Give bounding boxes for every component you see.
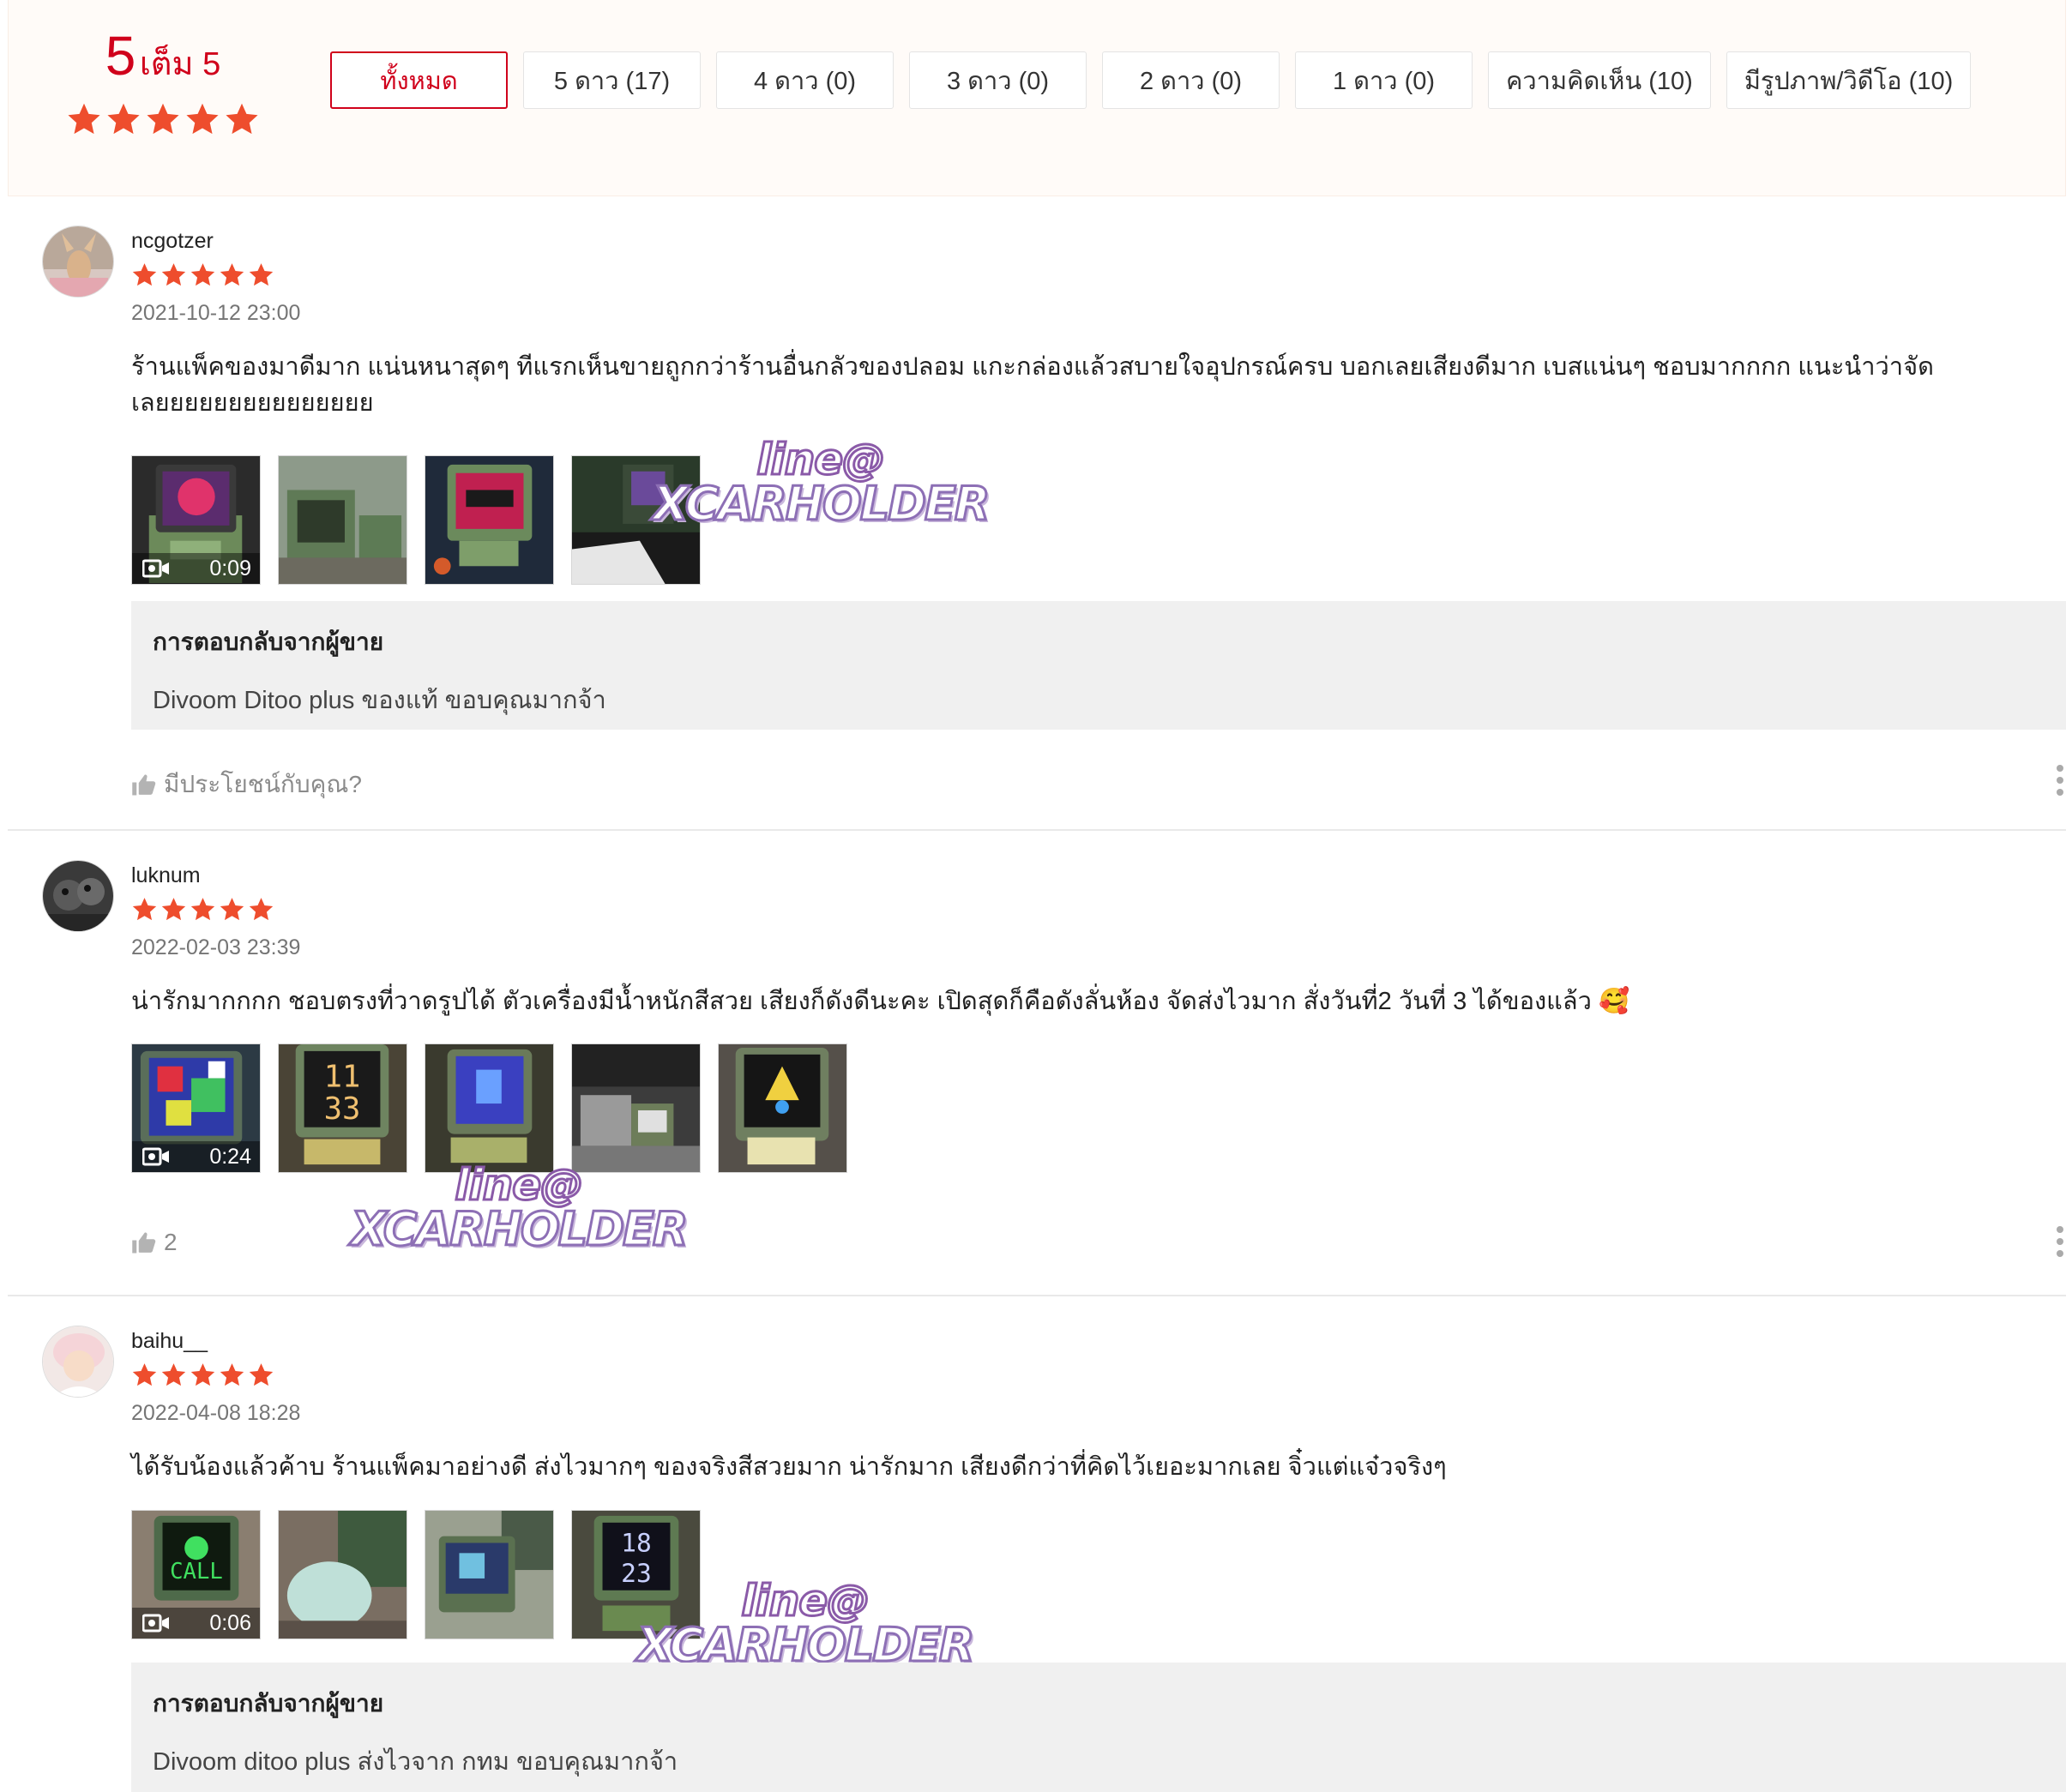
review-date: 2022-02-03 23:39 [131, 935, 301, 959]
filter-4-star[interactable]: 4 ดาว (0) [716, 51, 894, 109]
review-photo-thumbnail[interactable] [278, 1510, 407, 1639]
star-icon [248, 262, 274, 288]
star-icon [219, 1362, 245, 1388]
avatar[interactable] [42, 1326, 114, 1398]
review-photo-thumbnail[interactable] [425, 1043, 554, 1173]
filter-1-star[interactable]: 1 ดาว (0) [1295, 51, 1473, 109]
reviewer-name[interactable]: ncgotzer [131, 229, 214, 254]
review-photo-thumbnail[interactable] [278, 455, 407, 585]
review-comment: ได้รับน้องแล้วค้าบ ร้านแพ็คมาอย่างดี ส่ง… [131, 1453, 1447, 1481]
review-video-thumbnail[interactable]: 0:24 [131, 1043, 261, 1173]
star-icon [224, 101, 260, 137]
video-camera-icon [142, 1614, 170, 1633]
star-icon [131, 896, 158, 923]
more-options-icon[interactable] [2054, 1225, 2066, 1258]
svg-text:33: 33 [324, 1091, 361, 1127]
review-video-thumbnail[interactable]: CALL 0:06 [131, 1510, 261, 1639]
helpful-button[interactable]: มีประโยชน์กับคุณ? [131, 766, 362, 803]
review-stars [131, 262, 274, 288]
seller-reply-text: Divoom Ditoo plus ของแท้ ขอบคุณมากจ้า [153, 687, 606, 714]
seller-reply-title: การตอบกลับจากผู้ขาย [153, 1690, 384, 1717]
review-photo-thumbnail[interactable] [425, 1510, 554, 1639]
star-icon [248, 896, 274, 923]
star-icon [105, 101, 142, 137]
watermark: line@ XCARHOLDER [350, 1160, 690, 1256]
thumbs-up-icon [131, 1230, 157, 1254]
star-icon [145, 101, 181, 137]
star-icon [131, 262, 158, 288]
svg-text:CALL: CALL [170, 1559, 223, 1585]
review-video-thumbnail[interactable]: 0:09 [131, 455, 261, 585]
star-icon [219, 896, 245, 923]
video-duration: 0:09 [209, 556, 251, 580]
review-photo-thumbnail[interactable] [571, 455, 701, 585]
filter-all[interactable]: ทั้งหมด [330, 51, 508, 109]
star-icon [190, 896, 216, 923]
review-comment: น่ารักมากกกก ชอบตรงที่วาดรูปได้ ตัวเครื่… [131, 988, 1630, 1015]
star-icon [131, 1362, 158, 1388]
rating-filters: ทั้งหมด 5 ดาว (17) 4 ดาว (0) 3 ดาว (0) 2… [330, 51, 1972, 109]
filter-with-media[interactable]: มีรูปภาพ/วิดีโอ (10) [1726, 51, 1972, 109]
review-date: 2022-04-08 18:28 [131, 1401, 301, 1425]
reviewer-name[interactable]: luknum [131, 863, 201, 888]
review-item: baihu__ 2022-04-08 18:28 ได้รับน้องแล้วค… [8, 1296, 2066, 1792]
seller-reply: การตอบกลับจากผู้ขาย Divoom ditoo plus ส่… [131, 1663, 2066, 1792]
svg-text:23: 23 [621, 1559, 652, 1588]
star-icon [219, 262, 245, 288]
review-item: luknum 2022-02-03 23:39 น่ารักมากกกก ชอบ… [8, 831, 2066, 1296]
score-suffix: เต็ม 5 [139, 46, 221, 82]
review-photo-thumbnail[interactable] [718, 1043, 847, 1173]
review-comment: ร้านแพ็คของมาดีมาก แน่นหนาสุดๆ ทีแรกเห็น… [131, 353, 1934, 417]
star-icon [160, 1362, 187, 1388]
star-icon [160, 896, 187, 923]
avatar[interactable] [42, 226, 114, 298]
seller-reply: การตอบกลับจากผู้ขาย Divoom Ditoo plus ขอ… [131, 601, 2066, 730]
seller-reply-text: Divoom ditoo plus ส่งไวจาก กทม ขอบคุณมาก… [153, 1748, 678, 1776]
review-date: 2021-10-12 23:00 [131, 301, 301, 325]
review-stars [131, 1362, 274, 1388]
star-icon [248, 1362, 274, 1388]
star-icon [184, 101, 220, 137]
video-badge: 0:06 [132, 1608, 260, 1639]
filter-2-star[interactable]: 2 ดาว (0) [1102, 51, 1280, 109]
svg-text:18: 18 [621, 1528, 652, 1557]
rating-summary: 5 เต็ม 5 ทั้งหมด 5 ดาว (17) 4 ดาว (0) 3 … [8, 0, 2066, 196]
review-media: CALL 0:06 18 23 [131, 1510, 701, 1639]
filter-3-star[interactable]: 3 ดาว (0) [909, 51, 1087, 109]
overall-stars [60, 101, 266, 137]
more-options-icon[interactable] [2054, 764, 2066, 797]
review-photo-thumbnail[interactable] [425, 455, 554, 585]
review-stars [131, 896, 274, 923]
video-duration: 0:06 [209, 1610, 251, 1635]
review-photo-thumbnail[interactable] [571, 1043, 701, 1173]
review-item: ncgotzer 2021-10-12 23:00 ร้านแพ็คของมาด… [8, 196, 2066, 831]
video-camera-icon [142, 559, 170, 578]
helpful-label: มีประโยชน์กับคุณ? [164, 771, 362, 797]
filter-5-star[interactable]: 5 ดาว (17) [523, 51, 701, 109]
svg-text:11: 11 [324, 1059, 361, 1094]
score-value: 5 [105, 25, 136, 87]
watermark: line@ XCARHOLDER [652, 435, 992, 531]
video-badge: 0:09 [132, 553, 260, 584]
review-media: 0:24 11 33 [131, 1043, 847, 1173]
video-camera-icon [142, 1147, 170, 1166]
helpful-count: 2 [164, 1229, 178, 1255]
helpful-button[interactable]: 2 [131, 1229, 178, 1256]
star-icon [160, 262, 187, 288]
seller-reply-title: การตอบกลับจากผู้ขาย [153, 628, 384, 655]
review-photo-thumbnail[interactable]: 18 23 [571, 1510, 701, 1639]
review-photo-thumbnail[interactable]: 11 33 [278, 1043, 407, 1173]
filter-with-comments[interactable]: ความคิดเห็น (10) [1488, 51, 1711, 109]
review-media: 0:09 [131, 455, 701, 585]
star-icon [190, 262, 216, 288]
star-icon [66, 101, 102, 137]
overall-score: 5 เต็ม 5 [60, 24, 266, 137]
reviewer-name[interactable]: baihu__ [131, 1329, 208, 1354]
avatar[interactable] [42, 860, 114, 932]
star-icon [190, 1362, 216, 1388]
video-badge: 0:24 [132, 1141, 260, 1172]
thumbs-up-icon [131, 773, 157, 797]
video-duration: 0:24 [209, 1144, 251, 1169]
